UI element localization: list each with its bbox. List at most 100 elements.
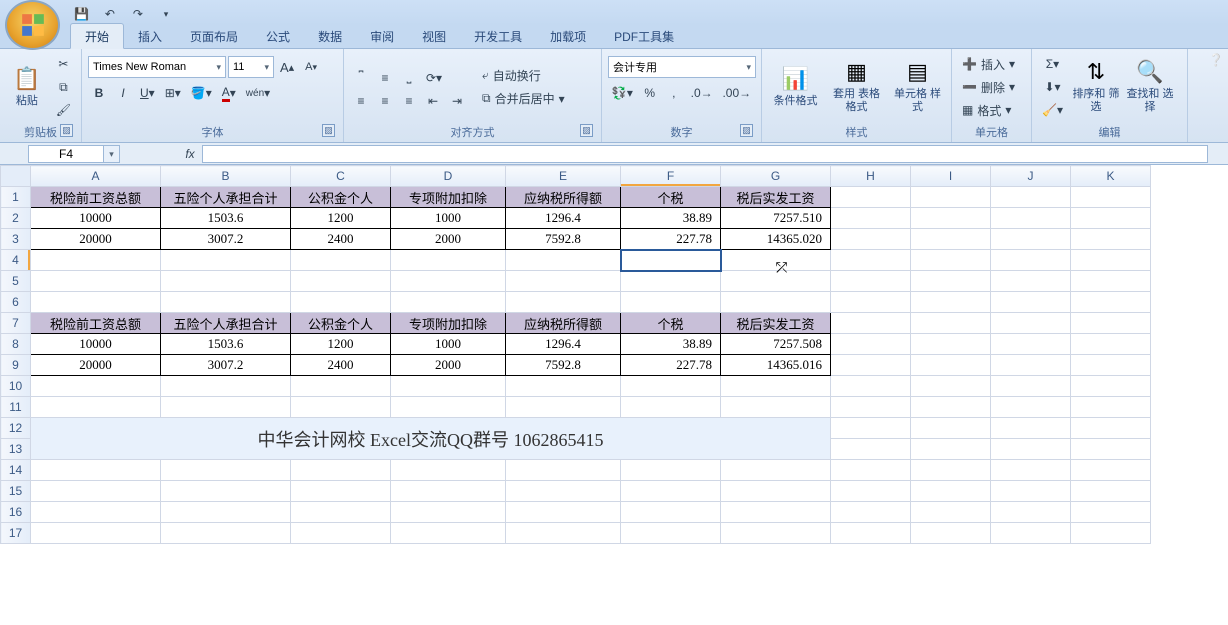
cell[interactable]: [831, 334, 911, 355]
col-header[interactable]: B: [161, 166, 291, 187]
accounting-format-icon[interactable]: 💱▾: [608, 82, 637, 104]
cell[interactable]: [991, 292, 1071, 313]
cell[interactable]: [621, 292, 721, 313]
cell[interactable]: [1071, 523, 1151, 544]
cell[interactable]: [831, 418, 911, 439]
cell[interactable]: [391, 250, 506, 271]
col-header[interactable]: I: [911, 166, 991, 187]
cell[interactable]: [911, 355, 991, 376]
row-header[interactable]: 5: [1, 271, 31, 292]
col-header[interactable]: C: [291, 166, 391, 187]
cell[interactable]: [1071, 460, 1151, 481]
cell[interactable]: [31, 250, 161, 271]
sort-filter-button[interactable]: ⇅排序和 筛选: [1071, 52, 1121, 118]
cell[interactable]: [506, 271, 621, 292]
cell[interactable]: [911, 460, 991, 481]
col-header[interactable]: G: [721, 166, 831, 187]
dialog-launcher-icon[interactable]: ▨: [580, 124, 593, 137]
cell[interactable]: [291, 376, 391, 397]
comma-icon[interactable]: ,: [663, 82, 685, 104]
cell[interactable]: 227.78: [621, 355, 721, 376]
cell[interactable]: [506, 523, 621, 544]
cell[interactable]: [31, 481, 161, 502]
row-header[interactable]: 3: [1, 229, 31, 250]
cell[interactable]: [831, 271, 911, 292]
tab-9[interactable]: PDF工具集: [600, 24, 688, 48]
cell[interactable]: [911, 439, 991, 460]
cell[interactable]: [911, 523, 991, 544]
cell[interactable]: [506, 397, 621, 418]
fill-icon[interactable]: ⬇▾: [1038, 76, 1067, 98]
cell[interactable]: 2400: [291, 229, 391, 250]
row-header[interactable]: 1: [1, 187, 31, 208]
cell[interactable]: 公积金个人: [291, 313, 391, 334]
cell[interactable]: 7592.8: [506, 355, 621, 376]
cell[interactable]: [831, 481, 911, 502]
autosum-icon[interactable]: Σ▾: [1038, 53, 1067, 75]
cell[interactable]: [1071, 334, 1151, 355]
cell[interactable]: [721, 502, 831, 523]
row-header[interactable]: 14: [1, 460, 31, 481]
row-header[interactable]: 17: [1, 523, 31, 544]
cell[interactable]: [506, 292, 621, 313]
cell[interactable]: [911, 502, 991, 523]
cell[interactable]: [831, 376, 911, 397]
spreadsheet-grid[interactable]: ABCDEFGHIJK1税险前工资总额五险个人承担合计公积金个人专项附加扣除应纳…: [0, 165, 1151, 544]
cell[interactable]: [991, 481, 1071, 502]
cell[interactable]: 税险前工资总额: [31, 313, 161, 334]
cell[interactable]: [391, 376, 506, 397]
cell[interactable]: [831, 208, 911, 229]
col-header[interactable]: E: [506, 166, 621, 187]
fx-icon[interactable]: fx: [178, 147, 202, 161]
cell[interactable]: 税后实发工资: [721, 187, 831, 208]
cell[interactable]: 1503.6: [161, 334, 291, 355]
cell[interactable]: [1071, 439, 1151, 460]
align-top-icon[interactable]: ⎴: [350, 67, 372, 89]
cell[interactable]: [991, 229, 1071, 250]
col-header[interactable]: D: [391, 166, 506, 187]
cell[interactable]: 2400: [291, 355, 391, 376]
cell[interactable]: [831, 502, 911, 523]
delete-cells-button[interactable]: ➖删除▾: [958, 76, 1028, 98]
cell[interactable]: [391, 502, 506, 523]
cell[interactable]: 7257.510: [721, 208, 831, 229]
cell[interactable]: [1071, 397, 1151, 418]
cell[interactable]: [831, 292, 911, 313]
row-header[interactable]: 2: [1, 208, 31, 229]
office-button[interactable]: [5, 0, 60, 50]
cell[interactable]: [721, 271, 831, 292]
cell[interactable]: [721, 481, 831, 502]
formula-input[interactable]: [202, 145, 1208, 163]
cell[interactable]: [506, 481, 621, 502]
cell[interactable]: [911, 376, 991, 397]
italic-button[interactable]: I: [112, 82, 134, 104]
cell[interactable]: [161, 523, 291, 544]
tab-3[interactable]: 公式: [252, 24, 304, 48]
cell[interactable]: [831, 187, 911, 208]
cell[interactable]: 2000: [391, 229, 506, 250]
indent-increase-icon[interactable]: ⇥: [446, 90, 468, 112]
cell[interactable]: [506, 460, 621, 481]
cell[interactable]: 2000: [391, 355, 506, 376]
cell[interactable]: [831, 523, 911, 544]
col-header[interactable]: H: [831, 166, 911, 187]
cell[interactable]: [721, 523, 831, 544]
cell[interactable]: [391, 523, 506, 544]
cell[interactable]: [831, 229, 911, 250]
cell[interactable]: [831, 397, 911, 418]
paste-button[interactable]: 📋 粘贴: [6, 52, 48, 118]
cell[interactable]: [831, 460, 911, 481]
col-header[interactable]: F: [621, 166, 721, 187]
cell[interactable]: [911, 481, 991, 502]
cell[interactable]: 个税: [621, 313, 721, 334]
cut-icon[interactable]: ✂: [52, 53, 75, 75]
align-bottom-icon[interactable]: ⎵: [398, 67, 420, 89]
row-header[interactable]: 6: [1, 292, 31, 313]
cell[interactable]: [506, 250, 621, 271]
cell[interactable]: [1071, 376, 1151, 397]
row-header[interactable]: 4: [1, 250, 31, 271]
cell[interactable]: [291, 250, 391, 271]
cell[interactable]: 14365.016: [721, 355, 831, 376]
cell[interactable]: [911, 250, 991, 271]
cell[interactable]: [911, 292, 991, 313]
